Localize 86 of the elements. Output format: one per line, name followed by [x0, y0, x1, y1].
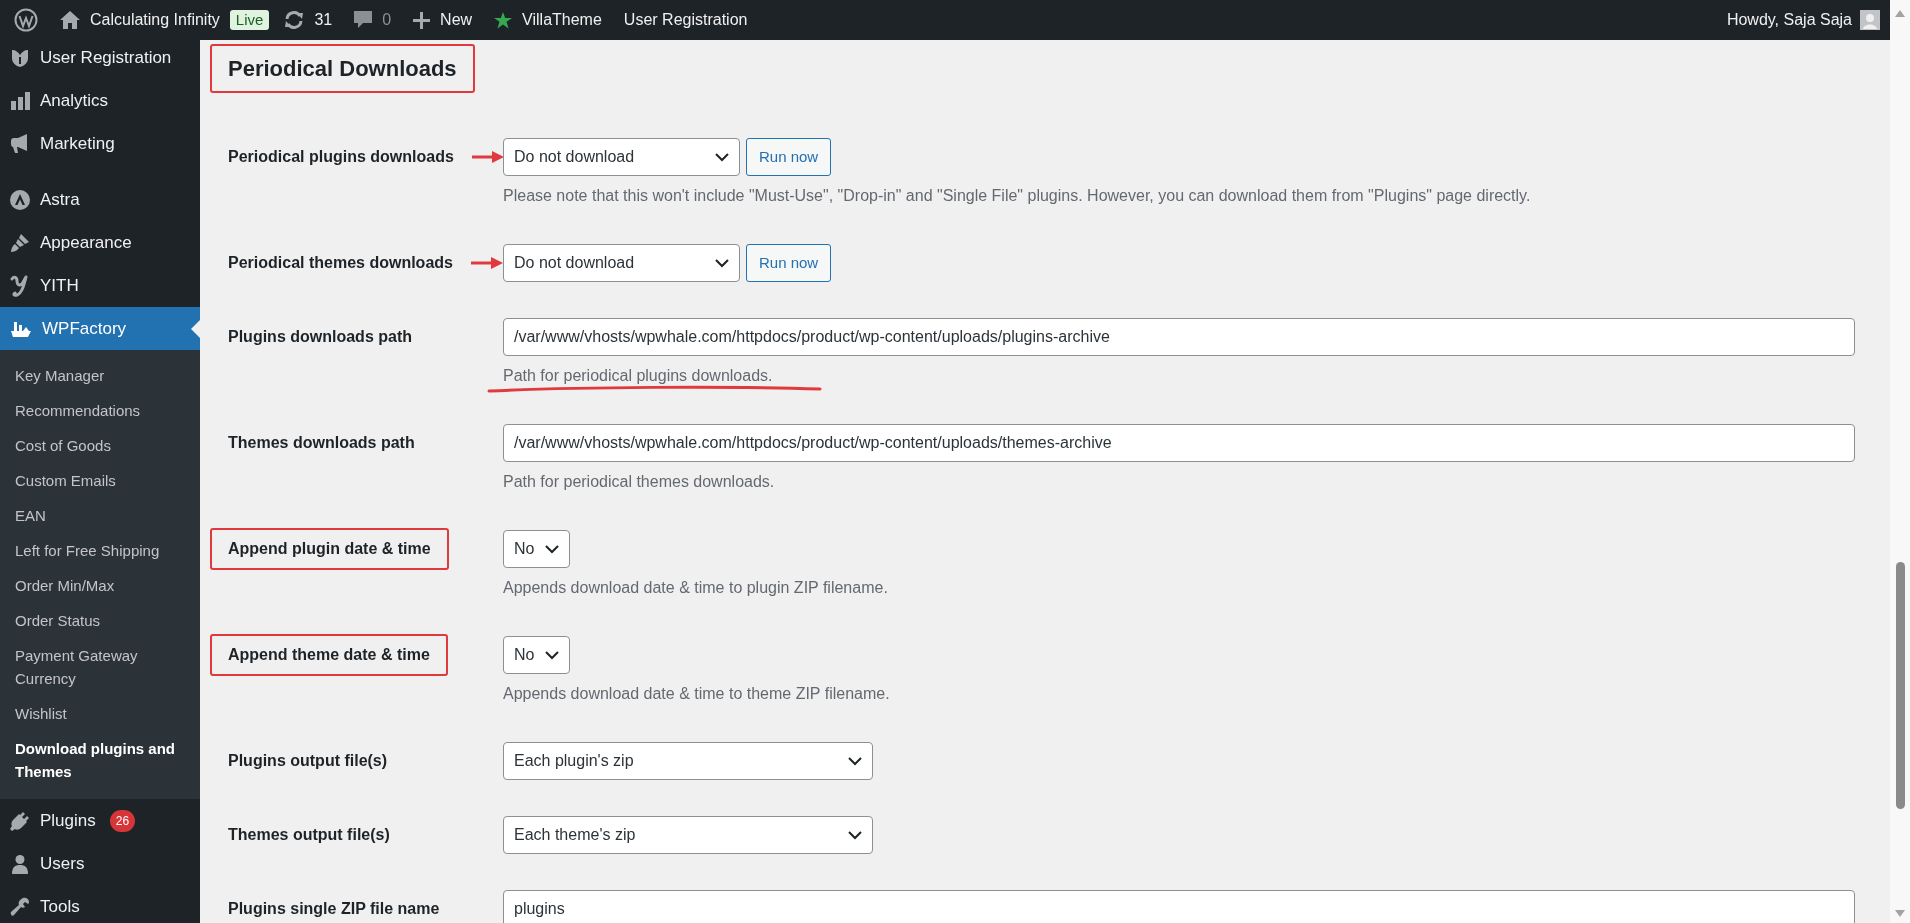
text-input-field[interactable]: /var/www/vhosts/wpwhale.com/httpdocs/product/wp-content/uploads/plugins-archive: [503, 318, 1855, 356]
wordpress-logo-icon[interactable]: [14, 8, 38, 32]
submenu-item[interactable]: Order Min/Max: [0, 568, 200, 603]
select-field[interactable]: Each plugin's zip: [503, 742, 873, 780]
chevron-down-icon: [545, 650, 559, 660]
section-heading: Periodical Downloads: [210, 44, 475, 93]
chevron-down-icon: [545, 544, 559, 554]
comments-count: 0: [382, 10, 392, 30]
field-description: Path for periodical themes downloads.: [503, 472, 775, 492]
chevron-down-icon: [715, 258, 729, 268]
sidebar-menu-item[interactable]: Appearance: [0, 221, 200, 264]
comment-icon: [354, 11, 373, 29]
comments-link[interactable]: 0: [354, 8, 392, 32]
current-menu-pointer-icon: [191, 320, 200, 338]
field-description: Appends download date & time to theme ZIP filename.: [503, 684, 890, 704]
live-badge: Live: [229, 10, 270, 30]
run-now-button[interactable]: Run now: [746, 138, 832, 176]
plug-icon: [10, 810, 30, 831]
updates-count: 31: [314, 10, 333, 30]
field-description: Path for periodical plugins downloads.: [503, 366, 773, 386]
chevron-down-icon: [848, 756, 862, 766]
submenu-item[interactable]: Cost of Goods: [0, 428, 200, 463]
account-menu[interactable]: Howdy, Saja Saja: [1726, 8, 1880, 32]
triangle-circle-icon: [10, 189, 30, 210]
star-icon: [494, 11, 513, 29]
wrench-icon: [10, 896, 30, 917]
chevron-down-icon: [715, 152, 729, 162]
scroll-up-icon[interactable]: [1895, 10, 1905, 17]
run-now-button[interactable]: Run now: [746, 244, 832, 282]
submenu-item[interactable]: Download plugins and Themes: [0, 731, 200, 789]
field-label: Themes downloads path: [227, 433, 416, 453]
select-field[interactable]: Each theme's zip: [503, 816, 873, 854]
sidebar-menu-item[interactable]: User Registration: [0, 40, 200, 79]
field-label: Periodical themes downloads: [227, 253, 454, 273]
sidebar-menu-item[interactable]: Astra: [0, 178, 200, 221]
paintbrush-icon: [10, 232, 30, 253]
submenu-item[interactable]: Order Status: [0, 603, 200, 638]
text-input-field[interactable]: /var/www/vhosts/wpwhale.com/httpdocs/product/wp-content/uploads/themes-archive: [503, 424, 1855, 462]
field-label: Plugins output file(s): [227, 751, 389, 771]
shield-icon: [10, 47, 30, 68]
field-label: Append plugin date & time: [210, 528, 449, 570]
select-field[interactable]: Do not download: [503, 244, 740, 282]
sidebar-menu-item[interactable]: Analytics: [0, 79, 200, 122]
updates-link[interactable]: 31: [284, 8, 333, 32]
field-label: Themes output file(s): [227, 825, 391, 845]
sidebar-menu-item[interactable]: YITH: [0, 264, 200, 307]
field-description: Please note that this won't include "Must-Use", "Drop-in" and "Single File" plugins. However, you can download them from "Plugins" page directly.: [503, 186, 1531, 206]
home-icon[interactable]: [60, 11, 80, 29]
submenu-item[interactable]: EAN: [0, 498, 200, 533]
megaphone-icon: [10, 133, 30, 154]
refresh-icon: [284, 11, 305, 29]
sidebar-menu-item[interactable]: Marketing: [0, 122, 200, 165]
sidebar-menu-item[interactable]: WPFactory: [0, 307, 200, 350]
field-label: Periodical plugins downloads: [227, 147, 455, 167]
text-input-field[interactable]: plugins: [503, 890, 1855, 923]
sidebar-menu-item[interactable]: Tools: [0, 885, 200, 923]
submenu-item[interactable]: Custom Emails: [0, 463, 200, 498]
submenu-item[interactable]: Payment Gateway Currency: [0, 638, 200, 696]
chevron-down-icon: [848, 830, 862, 840]
plus-icon: [413, 11, 431, 29]
avatar-icon: [1860, 10, 1880, 30]
sidebar-menu-item[interactable]: Plugins 26: [0, 799, 200, 842]
select-field[interactable]: No: [503, 530, 570, 568]
select-field[interactable]: Do not download: [503, 138, 740, 176]
submenu-item[interactable]: Key Manager: [0, 358, 200, 393]
site-name-link[interactable]: Calculating Infinity: [90, 8, 220, 32]
scrollbar[interactable]: [1890, 0, 1910, 923]
select-field[interactable]: No: [503, 636, 570, 674]
curl-logo-icon: [10, 274, 30, 297]
submenu-item[interactable]: Recommendations: [0, 393, 200, 428]
new-label: New: [440, 10, 473, 30]
admin-bar-link[interactable]: VillaTheme: [494, 8, 602, 32]
sidebar-menu-item[interactable]: Users: [0, 842, 200, 885]
scrollbar-thumb[interactable]: [1895, 562, 1905, 809]
new-link[interactable]: New: [413, 8, 473, 32]
field-label: Plugins single ZIP file name: [227, 899, 441, 919]
user-icon: [10, 853, 30, 874]
submenu-item[interactable]: Left for Free Shipping: [0, 533, 200, 568]
submenu-item[interactable]: Wishlist: [0, 696, 200, 731]
admin-bar-link[interactable]: User Registration: [623, 8, 748, 32]
field-description: Appends download date & time to plugin ZIP filename.: [503, 578, 888, 598]
scroll-down-icon[interactable]: [1895, 910, 1905, 917]
field-label: Append theme date & time: [210, 634, 448, 676]
field-label: Plugins downloads path: [227, 327, 413, 347]
bar-chart-icon: [10, 90, 30, 111]
update-count-badge: 26: [109, 809, 136, 832]
